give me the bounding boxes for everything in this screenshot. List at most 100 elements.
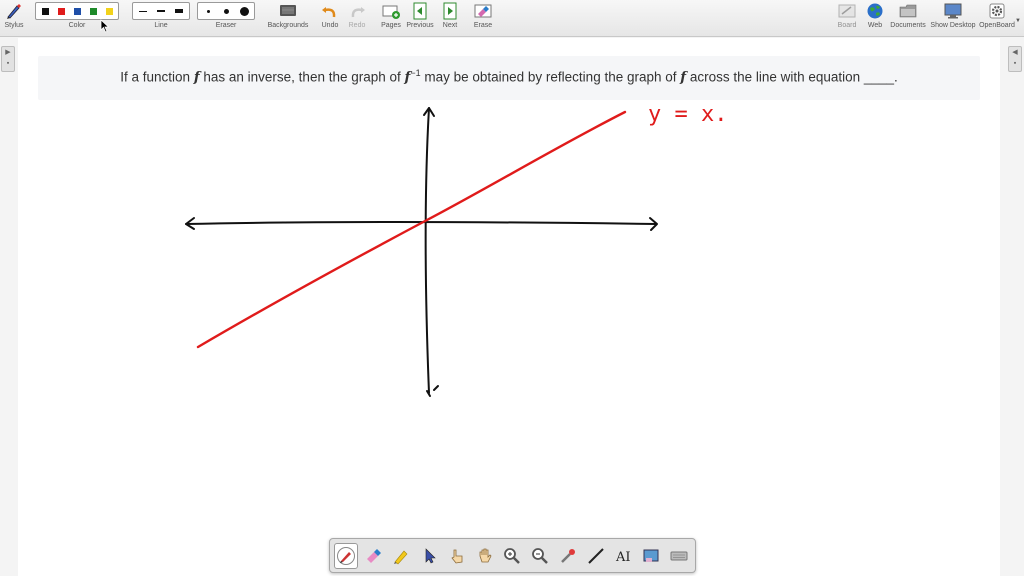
erase-label: Erase — [473, 22, 493, 29]
marker-tool-button[interactable] — [390, 543, 414, 569]
zoom-in-icon — [504, 547, 521, 564]
mouse-cursor-icon — [100, 19, 110, 33]
tools-palette: AI — [329, 538, 696, 573]
virtual-keyboard-button[interactable] — [667, 543, 691, 569]
svg-text:AI: AI — [615, 550, 631, 565]
stylus-label: Stylus — [4, 22, 24, 29]
next-page-icon — [440, 2, 460, 20]
eraser-large-button[interactable] — [236, 5, 252, 17]
color-swatch[interactable] — [86, 5, 100, 17]
erase-button[interactable]: Erase — [472, 2, 494, 36]
eraser-icon — [366, 548, 381, 563]
color-swatch[interactable] — [54, 5, 68, 17]
capture-tool-button[interactable] — [639, 543, 663, 569]
keyboard-icon — [670, 551, 688, 560]
redo-button[interactable]: Redo — [346, 2, 368, 36]
next-label: Next — [442, 22, 458, 29]
window-dropdown-icon[interactable]: ▼ — [1015, 18, 1021, 24]
board-icon — [837, 2, 857, 20]
pointer-icon — [425, 547, 436, 563]
openboard-menu-button[interactable]: OpenBoard — [978, 2, 1016, 36]
web-button[interactable]: Web — [864, 2, 886, 36]
play-tool-button[interactable] — [445, 543, 469, 569]
right-panel-tab[interactable]: ◀ ▪ — [1008, 46, 1022, 72]
board-button[interactable]: Board — [836, 2, 858, 36]
desktop-icon — [943, 2, 963, 20]
eraser-size-selector — [197, 2, 255, 20]
backgrounds-icon — [278, 2, 298, 20]
marker-icon — [394, 550, 408, 564]
pen-icon — [336, 546, 355, 565]
line-icon — [588, 547, 604, 564]
eraser-group: Eraser — [197, 2, 255, 36]
color-swatch[interactable] — [102, 5, 116, 17]
redo-label: Redo — [348, 22, 366, 29]
drawing-canvas[interactable]: y = x. — [18, 38, 1000, 576]
gear-icon — [987, 2, 1007, 20]
board-page[interactable]: If a function f has an inverse, then the… — [18, 38, 1000, 576]
backgrounds-button[interactable]: Backgrounds — [266, 2, 310, 36]
openboard-window: Stylus Color Line Eraser Backgrounds Und… — [0, 0, 1024, 576]
erase-board-icon — [473, 2, 493, 20]
left-panel-tab[interactable]: ▶ ▪ — [1, 46, 15, 72]
line-thin-button[interactable] — [135, 5, 151, 17]
line-width-selector — [132, 2, 190, 20]
documents-button[interactable]: Documents — [889, 2, 927, 36]
color-palette — [35, 2, 119, 20]
line-group: Line — [132, 2, 190, 36]
selector-tool-button[interactable] — [417, 543, 441, 569]
documents-label: Documents — [890, 22, 926, 29]
color-swatch[interactable] — [70, 5, 84, 17]
zoom-out-button[interactable] — [528, 543, 552, 569]
color-swatch[interactable] — [38, 5, 52, 17]
undo-button[interactable]: Undo — [319, 2, 341, 36]
eraser-small-button[interactable] — [200, 5, 216, 17]
hand-tool-button[interactable] — [473, 543, 497, 569]
y-axis-stroke — [424, 107, 430, 394]
line-y-equals-x — [196, 110, 627, 349]
pages-label: Pages — [381, 22, 401, 29]
next-button[interactable]: Next — [439, 2, 461, 36]
text-tool-button[interactable]: AI — [612, 543, 636, 569]
board-label: Board — [837, 22, 857, 29]
laser-icon — [561, 548, 576, 563]
annotation-y-equals-x: y = x. — [648, 102, 727, 127]
line-thick-button[interactable] — [171, 5, 187, 17]
grip-icon: ▪ — [1013, 60, 1017, 67]
previous-page-icon — [410, 2, 430, 20]
zoom-out-icon — [532, 547, 549, 564]
laser-pointer-button[interactable] — [556, 543, 580, 569]
eraser-medium-button[interactable] — [218, 5, 234, 17]
show-desktop-button[interactable]: Show Desktop — [929, 2, 977, 36]
globe-icon — [865, 2, 885, 20]
zoom-in-button[interactable] — [501, 543, 525, 569]
stylus-button[interactable]: Stylus — [4, 2, 24, 36]
line-tool-button[interactable] — [584, 543, 608, 569]
color-label: Color — [68, 22, 86, 29]
undo-label: Undo — [321, 22, 339, 29]
top-toolbar: Stylus Color Line Eraser Backgrounds Und… — [0, 0, 1024, 37]
text-icon: AI — [615, 550, 631, 565]
capture-icon — [643, 549, 659, 562]
grip-icon: ▪ — [6, 60, 10, 67]
previous-label: Previous — [406, 22, 434, 29]
line-label: Line — [154, 22, 168, 29]
openboard-label: OpenBoard — [979, 22, 1015, 29]
pages-icon — [381, 2, 401, 20]
expand-right-icon: ▶ — [5, 49, 11, 56]
hand-pointer-icon — [451, 549, 463, 563]
line-medium-button[interactable] — [153, 5, 169, 17]
pages-button[interactable]: Pages — [379, 2, 403, 36]
expand-left-icon: ◀ — [1012, 49, 1018, 56]
hand-icon — [479, 548, 492, 562]
folder-icon — [898, 2, 918, 20]
previous-button[interactable]: Previous — [406, 2, 434, 36]
eraser-label: Eraser — [215, 22, 237, 29]
stylus-icon — [4, 2, 24, 20]
redo-icon — [347, 2, 367, 20]
backgrounds-label: Backgrounds — [267, 22, 309, 29]
undo-icon — [320, 2, 340, 20]
show-desktop-label: Show Desktop — [930, 22, 976, 29]
pen-tool-button[interactable] — [334, 542, 358, 569]
eraser-tool-button[interactable] — [362, 543, 386, 569]
